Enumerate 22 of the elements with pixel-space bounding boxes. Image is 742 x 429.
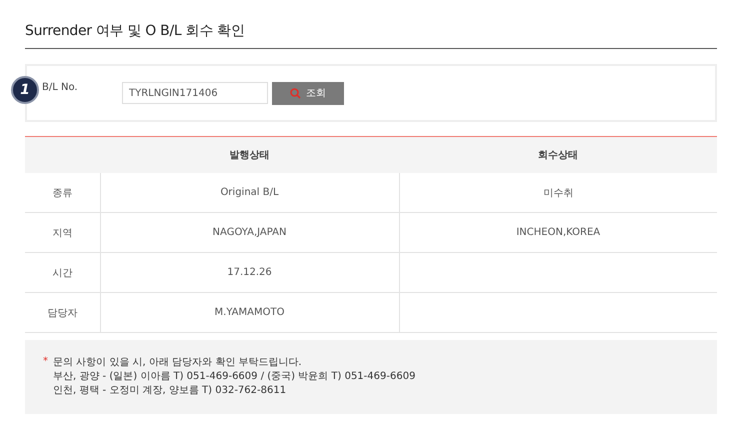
page-title: Surrender 여부 및 O B/L 회수 확인 bbox=[25, 22, 717, 49]
search-icon bbox=[290, 88, 301, 98]
search-button[interactable]: 조회 bbox=[272, 82, 344, 104]
notice-text: 인천, 평택 - 오정미 계장, 양보름 T) 032-762-8611 bbox=[53, 384, 288, 398]
row-label: 지역 bbox=[25, 212, 100, 252]
column-header: 발행상태 bbox=[100, 136, 399, 173]
row-label: 종류 bbox=[25, 173, 100, 212]
column-header: 회수상태 bbox=[399, 136, 717, 173]
field-label: B/L No. bbox=[42, 82, 79, 93]
table-cell: NAGOYA,JAPAN bbox=[100, 212, 399, 252]
row-label: 담당자 bbox=[25, 292, 100, 332]
row-label: 시간 bbox=[25, 252, 100, 292]
asterisk-mark: * bbox=[43, 356, 49, 369]
step-badge: 1 bbox=[11, 76, 39, 104]
bl-number-field[interactable]: TYRLNGIN171406 bbox=[122, 82, 268, 104]
notice-text: 문의 사항이 있을 시, 아래 담당자와 확인 부탁드립니다. bbox=[53, 356, 303, 370]
table-cell: INCHEON,KOREA bbox=[399, 212, 717, 252]
table-cell: 17.12.26 bbox=[100, 252, 399, 292]
table-cell: 미수취 bbox=[399, 173, 717, 212]
table-cell: Original B/L bbox=[100, 173, 399, 212]
notice-text: 부산, 광양 - (일본) 이아름 T) 051-469-6609 / (중국) 박윤희 T) 051-469-6609 bbox=[53, 370, 416, 384]
table-cell: M.YAMAMOTO bbox=[100, 292, 399, 332]
